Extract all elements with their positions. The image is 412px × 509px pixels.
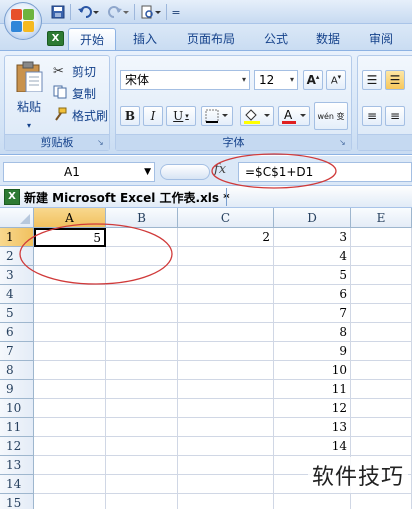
format-painter-button[interactable]: 格式刷: [53, 106, 108, 124]
office-button[interactable]: [4, 2, 42, 40]
format-painter-label: 格式刷: [72, 108, 109, 123]
alignment-group: ☰ ☰ ≡ ≡: [357, 55, 412, 151]
tab-home[interactable]: 开始: [68, 28, 116, 51]
grow-font-icon: A▴: [306, 73, 320, 87]
tab-insert[interactable]: 插入: [122, 28, 168, 51]
chevron-down-icon: ▾: [289, 75, 294, 84]
customize-quick-access[interactable]: =: [170, 4, 182, 20]
phonetic-guide-button[interactable]: wén 变: [314, 102, 348, 130]
tab-review[interactable]: 审阅: [358, 28, 404, 51]
fill-bucket-icon: [244, 109, 270, 124]
shrink-font-button[interactable]: A▾: [326, 70, 346, 90]
name-box[interactable]: A1 ▼: [3, 162, 155, 182]
brush-icon: [53, 107, 69, 124]
scissors-icon: ✂: [53, 63, 64, 79]
formula-bar: A1 ▼ fx =$C$1+D1: [0, 156, 412, 186]
font-group-label: 字体: [116, 134, 351, 150]
paste-button[interactable]: 粘贴 ▾: [11, 60, 47, 130]
tab-data[interactable]: 数据: [306, 28, 350, 51]
undo-icon[interactable]: [74, 4, 102, 20]
workbook-title: 新建 Microsoft Excel 工作表.xls *: [24, 191, 230, 205]
formula-bar-resize-handle[interactable]: [160, 164, 210, 180]
tab-formulas[interactable]: 公式: [254, 28, 298, 51]
copy-button[interactable]: 复制: [53, 84, 96, 102]
borders-icon: [205, 109, 228, 123]
clipboard-group-label: 剪贴板: [5, 134, 109, 150]
dialog-launcher-icon[interactable]: ↘: [97, 138, 106, 147]
title-bar: =: [0, 0, 412, 24]
name-box-value: A1: [64, 165, 80, 179]
worksheet-grid: ABCDE 1 5 2 3 2 4 3 5 4 6 5 7 6 8 7 9 8 10 9 11 10 12 11 13 12 14…: [0, 208, 412, 509]
chevron-down-icon: ▼: [144, 167, 151, 177]
align-middle-button[interactable]: ☰: [385, 70, 405, 90]
font-group: 宋体 ▾ 12 ▾ A▴ A▾ B I U ▾ A wén 变 字体 ↘: [115, 55, 352, 151]
watermark: 软件技巧: [307, 457, 408, 493]
bold-button[interactable]: B: [120, 106, 140, 126]
phonetic-label: wén 变: [317, 111, 345, 121]
redo-icon[interactable]: [104, 4, 132, 20]
save-icon[interactable]: [50, 4, 66, 20]
dialog-launcher-icon[interactable]: ↘: [339, 138, 348, 147]
cut-button[interactable]: ✂ 剪切: [53, 62, 96, 80]
ribbon-home: 粘贴 ▾ ✂ 剪切 复制 格式刷 剪贴板 ↘ 宋体 ▾ 12 ▾ A▴ A▾ B…: [0, 50, 412, 155]
font-size-select[interactable]: 12 ▾: [254, 70, 298, 90]
title-separator: [226, 188, 227, 206]
underline-label: U: [173, 109, 184, 123]
cut-label: 剪切: [72, 64, 97, 79]
workbook-title-bar: X 新建 Microsoft Excel 工作表.xls *: [0, 186, 412, 208]
insert-function-button[interactable]: fx: [214, 162, 236, 182]
font-family-value: 宋体: [125, 73, 150, 87]
annotation-ellipse-a1: [19, 223, 173, 285]
paste-label: 粘贴: [16, 100, 41, 114]
copy-label: 复制: [72, 86, 97, 101]
align-top-icon: ☰: [366, 73, 378, 87]
formula-input[interactable]: =$C$1+D1: [238, 162, 412, 182]
fx-icon: fx: [214, 162, 227, 177]
font-color-icon: A: [282, 108, 306, 124]
office-logo-icon: [11, 9, 35, 33]
italic-button[interactable]: I: [143, 106, 163, 126]
shrink-font-icon: A▾: [330, 73, 342, 87]
chevron-down-icon: ▾: [26, 121, 31, 130]
align-middle-icon: ☰: [389, 73, 401, 87]
paste-icon: [16, 61, 43, 92]
underline-button[interactable]: U ▾: [166, 106, 196, 126]
print-preview-icon[interactable]: [138, 4, 164, 20]
copy-icon: [53, 85, 69, 102]
font-family-select[interactable]: 宋体 ▾: [120, 70, 250, 90]
fill-color-button[interactable]: [240, 106, 274, 126]
grow-font-button[interactable]: A▴: [303, 70, 323, 90]
workbook-icon: X: [4, 189, 20, 205]
align-center-icon: ≡: [389, 109, 401, 123]
alignment-group-label: [358, 134, 412, 150]
svg-text:A: A: [284, 108, 293, 122]
align-left-icon: ≡: [366, 109, 378, 123]
clipboard-group: 粘贴 ▾ ✂ 剪切 复制 格式刷 剪贴板 ↘: [4, 55, 110, 151]
align-center-button[interactable]: ≡: [385, 106, 405, 126]
align-left-button[interactable]: ≡: [362, 106, 382, 126]
chevron-down-icon: ▾: [241, 75, 246, 84]
font-color-button[interactable]: A: [278, 106, 310, 126]
tab-page-layout[interactable]: 页面布局: [176, 28, 246, 51]
align-top-button[interactable]: ☰: [362, 70, 382, 90]
borders-button[interactable]: [201, 106, 233, 126]
excel-app-icon: X: [47, 31, 64, 46]
font-size-value: 12: [259, 73, 275, 87]
